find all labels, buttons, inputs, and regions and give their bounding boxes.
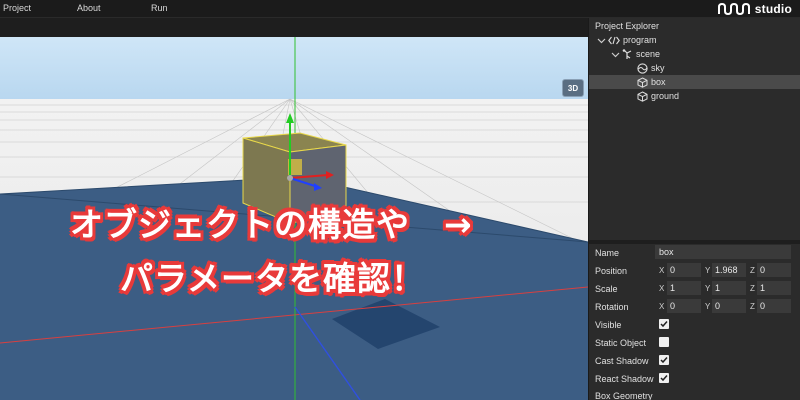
box-icon	[637, 76, 648, 88]
tree-item-scene[interactable]: scene	[589, 47, 800, 61]
axis-x-label: X	[659, 284, 665, 293]
scale-z-field[interactable]	[757, 281, 791, 295]
axis-y-label: Y	[705, 266, 711, 275]
properties-panel: Name Position X Y Z Scale X Y Z	[589, 244, 800, 400]
box-icon	[637, 90, 648, 102]
prop-static-row: Static Object	[589, 334, 800, 352]
caption-line-2: パラメータを確認！	[120, 259, 426, 298]
check-icon	[660, 357, 668, 364]
tree-item-ground[interactable]: ground	[589, 89, 800, 103]
rotation-z-field[interactable]	[757, 299, 791, 313]
explorer-title: Project Explorer	[595, 21, 660, 31]
box-geometry-label: Box Geometry	[595, 391, 653, 400]
react-shadow-checkbox[interactable]	[659, 373, 669, 383]
tree-item-label: program	[623, 35, 657, 45]
visible-label: Visible	[595, 320, 622, 330]
caption-line-1: オブジェクトの構造や →	[70, 205, 473, 244]
rotation-y-field[interactable]	[712, 299, 746, 313]
check-icon	[660, 321, 668, 328]
prop-rotation-row: Rotation X Y Z	[589, 298, 800, 316]
menu-bar: Project About Run studio	[0, 0, 800, 18]
static-object-checkbox[interactable]	[659, 337, 669, 347]
tree-item-label: box	[651, 77, 666, 87]
position-y-field[interactable]	[712, 263, 746, 277]
axis-z-label: Z	[750, 302, 755, 311]
position-label: Position	[595, 266, 628, 276]
scale-y-field[interactable]	[712, 281, 746, 295]
menu-project[interactable]: Project	[3, 3, 31, 13]
prop-scale-row: Scale X Y Z	[589, 280, 800, 298]
code-icon	[608, 36, 620, 44]
rotation-x-field[interactable]	[667, 299, 701, 313]
name-label: Name	[595, 248, 620, 258]
app-window: Project About Run studio 3D オブジェクトの構造や →…	[0, 0, 800, 400]
cast-shadow-checkbox[interactable]	[659, 355, 669, 365]
chevron-down-icon[interactable]	[597, 36, 606, 45]
project-explorer: Project Explorer program scene sky box g…	[589, 18, 800, 240]
scale-x-field[interactable]	[667, 281, 701, 295]
sky	[0, 37, 588, 103]
prop-visible-row: Visible	[589, 316, 800, 334]
axis-z-label: Z	[750, 284, 755, 293]
static-label: Static Object	[595, 338, 647, 348]
axis-x-label: X	[659, 302, 665, 311]
tree-item-sky[interactable]: sky	[589, 61, 800, 75]
prop-name-row: Name	[589, 244, 800, 262]
axis-y-label: Y	[705, 284, 711, 293]
menu-about[interactable]: About	[77, 3, 101, 13]
sky-icon	[637, 62, 648, 74]
scene-icon	[622, 48, 632, 59]
check-icon	[660, 375, 668, 382]
rotation-label: Rotation	[595, 302, 629, 312]
axis-z-label: Z	[750, 266, 755, 275]
tree-item-program[interactable]: program	[589, 33, 800, 47]
chevron-down-icon[interactable]	[611, 50, 620, 59]
position-z-field[interactable]	[757, 263, 791, 277]
prop-position-row: Position X Y Z	[589, 262, 800, 280]
react-shadow-label: React Shadow	[595, 374, 654, 384]
tree-item-label: ground	[651, 91, 680, 101]
tree-item-label: sky	[651, 63, 665, 73]
box-geometry-section: Box Geometry	[589, 388, 800, 400]
logo-mark-icon	[717, 3, 750, 15]
logo-text: studio	[754, 2, 792, 16]
scale-label: Scale	[595, 284, 618, 294]
position-x-field[interactable]	[667, 263, 701, 277]
menu-run[interactable]: Run	[151, 3, 168, 13]
view-3d-button[interactable]: 3D	[562, 79, 584, 97]
right-panel: Project Explorer program scene sky box g…	[588, 18, 800, 400]
prop-cast-shadow-row: Cast Shadow	[589, 352, 800, 370]
tree-item-box[interactable]: box	[589, 75, 800, 89]
axis-x-label: X	[659, 266, 665, 275]
visible-checkbox[interactable]	[659, 319, 669, 329]
cast-shadow-label: Cast Shadow	[595, 356, 649, 366]
tree-item-label: scene	[636, 49, 661, 59]
app-logo: studio	[717, 1, 792, 17]
prop-react-shadow-row: React Shadow	[589, 370, 800, 388]
name-field[interactable]	[655, 245, 791, 259]
axis-y-label: Y	[705, 302, 711, 311]
